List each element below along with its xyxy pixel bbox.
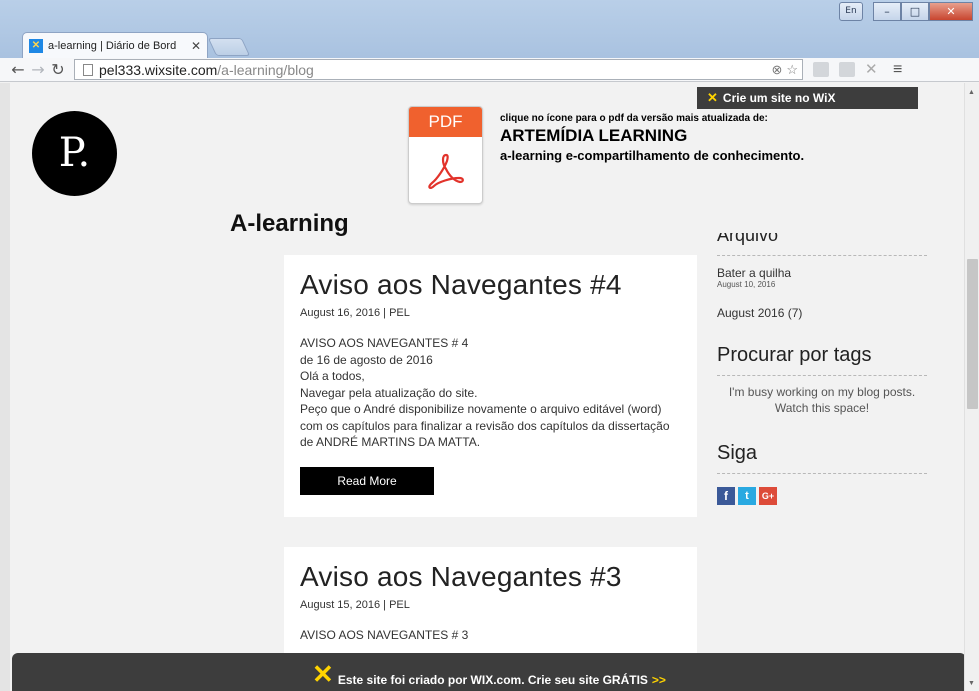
tab-title: a-learning | Diário de Bord <box>48 39 177 52</box>
scroll-up-icon[interactable]: ▲ <box>968 89 975 96</box>
back-arrow-icon[interactable]: ← <box>8 60 28 79</box>
wix-footer-banner[interactable]: ✕ Este site foi criado por WIX.com. Crie… <box>12 653 966 691</box>
forward-arrow-icon[interactable]: → <box>28 60 48 79</box>
tab-strip: ✕ a-learning | Diário de Bord ✕ <box>22 30 251 58</box>
twitter-icon[interactable]: t <box>738 487 756 505</box>
extension-icon[interactable]: ⊗ <box>771 62 782 78</box>
scrollbar-thumb[interactable] <box>967 259 978 409</box>
site-title: A-learning <box>230 210 349 237</box>
wix-banner-text: Este site foi criado por WIX.com. Crie s… <box>337 673 648 687</box>
post-meta: August 16, 2016 | PEL <box>300 307 410 319</box>
follow-heading: Siga <box>717 442 758 464</box>
post-line: AVISO AOS NAVEGANTES # 3 <box>300 628 469 642</box>
archive-heading: Arquivo <box>717 233 779 245</box>
new-tab-button[interactable] <box>207 38 251 56</box>
post-line: AVISO AOS NAVEGANTES # 4 <box>300 336 469 350</box>
address-bar[interactable]: pel333.wixsite.com /a-learning/blog ⊗ ☆ <box>74 59 803 80</box>
page-viewport: P. ✕ Crie um site no WiX PDF clique no í… <box>0 83 979 691</box>
pdf-caption-note: clique no ícone para o pdf da versão mai… <box>500 113 768 124</box>
tab-close-icon[interactable]: ✕ <box>191 39 201 53</box>
page-left-edge <box>0 83 10 691</box>
extension-x-icon[interactable]: ✕ <box>865 62 881 77</box>
reload-icon[interactable]: ↻ <box>48 60 68 79</box>
menu-icon[interactable]: ≡ <box>893 61 902 79</box>
tags-heading: Procurar por tags <box>717 344 872 366</box>
divider <box>717 473 927 474</box>
bookmark-star-icon[interactable]: ☆ <box>786 62 798 78</box>
post-line: Peço que o André disponibilize novamente… <box>300 402 670 449</box>
tags-placeholder-text: I'm busy working on my blog posts. Watch… <box>728 385 916 415</box>
browser-titlebar: En – □ ✕ ✕ a-learning | Diário de Bord ✕ <box>0 0 979 58</box>
google-plus-icon[interactable]: G+ <box>759 487 777 505</box>
wix-logo-icon: ✕ <box>312 659 334 689</box>
post-title[interactable]: Aviso aos Navegantes #4 <box>300 269 681 301</box>
maximize-button[interactable]: □ <box>901 2 929 21</box>
post-line: Olá a todos, <box>300 369 365 383</box>
wix-favicon-icon: ✕ <box>29 38 43 53</box>
browser-toolbar: ← → ↻ pel333.wixsite.com /a-learning/blo… <box>0 58 979 82</box>
post-meta: August 15, 2016 | PEL <box>300 599 410 611</box>
social-links: f t G+ <box>717 487 927 505</box>
archive-post-link[interactable]: Bater a quilha <box>717 266 927 280</box>
wix-create-site-label: Crie um site no WiX <box>722 91 836 105</box>
pdf-caption: clique no ícone para o pdf da versão mai… <box>500 113 880 163</box>
acrobat-icon <box>427 153 464 189</box>
ime-indicator[interactable]: En <box>839 2 863 21</box>
pdf-label: PDF <box>409 107 482 137</box>
post-line: de 16 de agosto de 2016 <box>300 352 433 367</box>
archive-post-date: August 10, 2016 <box>717 280 776 289</box>
wix-logo-icon: ✕ <box>707 90 718 105</box>
post-excerpt: AVISO AOS NAVEGANTES # 4 de 16 de agosto… <box>300 335 681 451</box>
pdf-download-icon[interactable]: PDF <box>408 106 483 204</box>
read-more-button[interactable]: Read More <box>300 466 434 495</box>
site-logo[interactable]: P. <box>32 111 117 196</box>
close-window-button[interactable]: ✕ <box>929 2 973 21</box>
extension-icon[interactable] <box>813 62 829 77</box>
page-icon <box>83 63 93 76</box>
post-title[interactable]: Aviso aos Navegantes #3 <box>300 561 681 593</box>
extension-icon[interactable] <box>839 62 855 77</box>
archive-month-link[interactable]: August 2016 (7) <box>717 306 927 320</box>
scroll-down-icon[interactable]: ▼ <box>968 680 975 687</box>
url-path: /a-learning/blog <box>217 61 314 78</box>
blog-sidebar: Arquivo Bater a quilha August 10, 2016 A… <box>717 233 927 505</box>
wix-banner-arrow: >> <box>651 673 666 687</box>
divider <box>717 375 927 376</box>
omnibox-icons: ⊗ ☆ <box>771 62 802 78</box>
browser-tab[interactable]: ✕ a-learning | Diário de Bord ✕ <box>22 32 208 58</box>
vertical-scrollbar[interactable]: ▲ ▼ <box>964 83 979 691</box>
pdf-caption-subtitle: a-learning e-compartilhamento de conheci… <box>500 148 805 163</box>
pdf-caption-title: ARTEMÍDIA LEARNING <box>500 126 688 145</box>
post-excerpt: AVISO AOS NAVEGANTES # 3 <box>300 627 681 644</box>
wix-create-site-tab[interactable]: ✕ Crie um site no WiX <box>697 87 918 109</box>
post-line: Navegar pela atualização do site. <box>300 385 478 400</box>
facebook-icon[interactable]: f <box>717 487 735 505</box>
minimize-button[interactable]: – <box>873 2 901 21</box>
divider <box>717 255 927 256</box>
url-host: pel333.wixsite.com <box>99 61 218 78</box>
extension-toolbar: ✕ ≡ <box>813 61 902 79</box>
window-controls: En – □ ✕ <box>839 2 973 21</box>
blog-post: Aviso aos Navegantes #4 August 16, 2016 … <box>284 255 697 517</box>
